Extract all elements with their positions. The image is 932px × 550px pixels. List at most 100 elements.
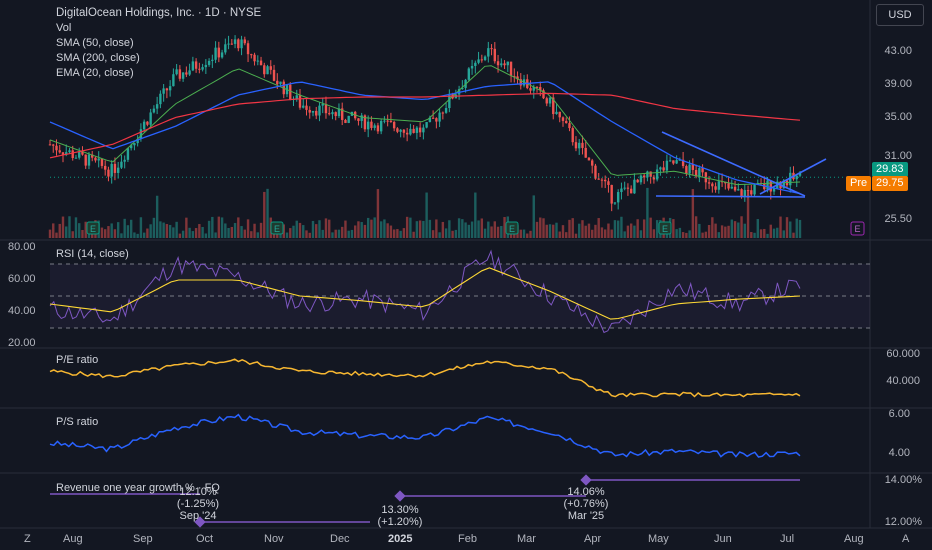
volume-bar — [444, 228, 448, 238]
volume-bar — [584, 225, 587, 238]
chart-legend: DigitalOcean Holdings, Inc. · 1D · NYSE … — [56, 6, 261, 81]
volume-bar — [581, 220, 584, 238]
volume-bar — [71, 231, 74, 238]
candle-body — [639, 175, 643, 183]
volume-bar — [782, 230, 785, 238]
volume-bar — [685, 232, 688, 238]
volume-bar — [574, 233, 578, 238]
candle-body — [740, 189, 743, 197]
upcoming-earnings-text: E — [854, 224, 860, 234]
volume-bar — [597, 218, 600, 238]
volume-bar — [438, 232, 441, 238]
price-axis-label: 43.00 — [884, 45, 912, 57]
legend-volume[interactable]: Vol — [56, 21, 261, 36]
candle-body — [308, 109, 311, 113]
candle-body — [662, 167, 665, 171]
volume-bar — [61, 216, 65, 238]
volume-bar — [194, 228, 198, 238]
legend-sma200[interactable]: SMA (200, close) — [56, 51, 261, 66]
pe-axis-label: 60.000 — [886, 348, 920, 360]
pe-label[interactable]: P/E ratio — [56, 354, 98, 366]
chart-canvas[interactable]: EEEEE — [0, 0, 932, 550]
volume-bar — [483, 228, 487, 238]
candle-body — [698, 168, 701, 177]
a-marker[interactable]: A — [902, 533, 909, 545]
volume-bar — [464, 222, 467, 238]
volume-bar — [136, 233, 139, 238]
volume-bar — [318, 220, 321, 238]
earnings-marker: E — [86, 221, 100, 235]
legend-sma50[interactable]: SMA (50, close) — [56, 36, 261, 51]
volume-bar — [655, 220, 659, 238]
candle-body — [399, 129, 402, 132]
earnings-marker-text: E — [90, 224, 96, 234]
volume-bar — [129, 219, 133, 238]
ps-label[interactable]: P/S ratio — [56, 416, 98, 428]
rsi-axis-label: 40.00 — [8, 305, 36, 317]
candle-body — [52, 144, 55, 146]
volume-bar — [58, 223, 61, 238]
candle-body — [441, 112, 445, 114]
volume-bar — [701, 232, 704, 238]
pe-line — [49, 358, 801, 398]
volume-bar — [285, 232, 289, 238]
volume-bar — [295, 220, 298, 238]
revenue-date: Mar '25 — [567, 510, 605, 522]
candle-body — [672, 160, 675, 164]
volume-bar — [522, 229, 526, 238]
earnings-marker: E — [505, 221, 519, 235]
volume-bar — [68, 216, 71, 238]
volume-bar — [772, 228, 776, 238]
candle-body — [737, 189, 740, 191]
z-marker[interactable]: Z — [24, 533, 31, 545]
candle-body — [126, 148, 130, 160]
candle-body — [376, 125, 380, 132]
volume-bar — [353, 225, 357, 238]
symbol-title[interactable]: DigitalOcean Holdings, Inc. · 1D · NYSE — [56, 6, 261, 21]
volume-bar — [217, 216, 221, 238]
volume-bar — [448, 220, 451, 238]
candle-body — [568, 123, 571, 129]
volume-bar — [250, 231, 253, 238]
candle-body — [48, 144, 52, 146]
volume-bar — [711, 217, 714, 238]
revenue-axis-label: 14.00% — [884, 474, 922, 486]
volume-bar — [561, 225, 565, 238]
volume-bar — [733, 221, 737, 238]
candle-body — [607, 181, 610, 185]
candle-body — [529, 88, 532, 91]
currency-button[interactable]: USD — [876, 4, 924, 26]
candle-body — [263, 65, 266, 75]
x-axis-label: Sep — [133, 533, 153, 545]
volume-bar — [211, 216, 214, 238]
ps-axis-label: 4.00 — [888, 447, 910, 459]
candle-body — [629, 188, 633, 194]
candle-body — [386, 120, 389, 122]
volume-bar — [409, 217, 412, 238]
volume-bar — [694, 216, 698, 238]
earnings-marker-text: E — [509, 224, 515, 234]
volume-bar — [256, 232, 259, 238]
volume-bar — [360, 222, 363, 238]
candle-body — [103, 165, 107, 170]
volume-bar — [571, 218, 574, 238]
legend-ema20[interactable]: EMA (20, close) — [56, 66, 261, 81]
candle-body — [753, 184, 756, 195]
candle-body — [396, 128, 399, 132]
price-axis-label: 39.00 — [884, 78, 912, 90]
volume-bar — [503, 217, 506, 238]
candle-body — [545, 98, 548, 104]
rsi-label[interactable]: RSI (14, close) — [56, 248, 129, 260]
candle-body — [685, 166, 688, 174]
candle-body — [68, 150, 71, 153]
candle-body — [315, 110, 318, 116]
volume-bar — [259, 222, 263, 238]
volume-bar — [116, 222, 120, 238]
volume-bar — [162, 222, 165, 238]
x-axis-label: Jul — [780, 533, 795, 545]
revenue-value: 14.06% — [567, 486, 605, 498]
volume-bar — [240, 226, 243, 238]
candle-body — [302, 105, 305, 108]
volume-bar — [155, 195, 159, 238]
candle-body — [769, 180, 772, 192]
